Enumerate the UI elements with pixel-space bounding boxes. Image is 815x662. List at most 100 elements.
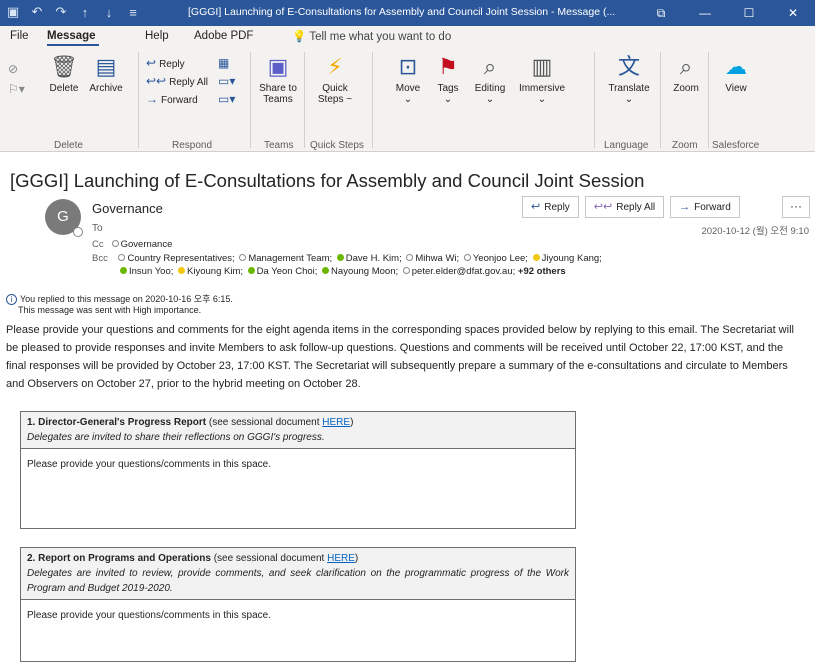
maximize-button[interactable]: ☐ (727, 0, 771, 26)
group-delete-label: Delete (54, 140, 83, 151)
forward-ribbon-button[interactable]: → Forward (146, 92, 198, 106)
presence-status-icon (322, 267, 330, 274)
title-bar: ▣ ↶ ↷ ↑ ↓ ≡ [GGGI] Launching of E-Consul… (0, 0, 815, 26)
ignore-icon[interactable]: ⊘ (8, 62, 21, 76)
sent-datetime: 2020-10-12 (월) 오전 9:10 (701, 226, 809, 237)
bcc-recipient[interactable]: Country Representatives; (127, 253, 237, 264)
bcc-recipient[interactable]: Jiyoung Kang; (542, 253, 602, 264)
bcc-recipient[interactable]: Dave H. Kim; (346, 253, 405, 264)
minimize-button[interactable]: — (683, 0, 727, 26)
more-actions-button[interactable]: ··· (782, 196, 810, 218)
salesforce-view-button[interactable]: ☁ View (716, 54, 756, 94)
presence-status-icon (118, 254, 126, 261)
group-teams-label: Teams (264, 140, 294, 151)
tab-adobe-pdf[interactable]: Adobe PDF (194, 30, 253, 42)
bcc-recipient[interactable]: Insun Yoo; (129, 266, 176, 277)
save-icon[interactable]: ▣ (6, 4, 20, 20)
group-language-label: Language (604, 140, 649, 151)
delete-button[interactable]: 🗑 Delete (44, 54, 84, 94)
forward-icon: → (679, 201, 691, 213)
block-sender-icon[interactable]: ⚐▾ (8, 82, 28, 96)
move-icon: ⊡ (398, 54, 418, 79)
presence-status-icon (406, 254, 414, 261)
importance-notice: This message was sent with High importan… (18, 305, 202, 315)
agenda-box-1: 1. Director-General's Progress Report (s… (20, 411, 576, 529)
sessional-document-link[interactable]: HERE (327, 553, 355, 564)
close-button[interactable]: ✕ (771, 0, 815, 26)
presence-status-icon (239, 254, 247, 261)
presence-status-icon (336, 254, 344, 261)
lightbulb-icon: 💡 (292, 31, 310, 43)
response-space[interactable]: Please provide your questions/comments i… (21, 449, 575, 480)
sender-name[interactable]: Governance (92, 201, 163, 216)
agenda-title: 2. Report on Programs and Operations (27, 553, 211, 564)
bcc-recipient[interactable]: Mihwa Wi; (415, 253, 461, 264)
lightning-icon: ⚡ (327, 54, 343, 79)
bcc-recipient[interactable]: Nayoung Moon; (331, 266, 401, 277)
agenda-description: Delegates are invited to review, provide… (27, 568, 569, 594)
ribbon-display-options-icon[interactable]: ⧉ (639, 0, 683, 26)
redo-icon[interactable]: ↷ (54, 4, 68, 20)
bcc-recipient[interactable]: Yeonjoo Lee; (473, 253, 531, 264)
previous-item-icon[interactable]: ↑ (78, 5, 92, 20)
bcc-recipient[interactable]: Management Team; (248, 253, 334, 264)
tell-me-search[interactable]: 💡 Tell me what you want to do (292, 29, 451, 43)
reply-button[interactable]: ↩ Reply (522, 196, 579, 218)
reply-ribbon-button[interactable]: ↩ Reply (146, 56, 185, 70)
customize-toolbar-icon[interactable]: ≡ (126, 5, 140, 20)
replied-notice: i You replied to this message on 2020-10-… (6, 292, 233, 305)
next-item-icon[interactable]: ↓ (102, 5, 116, 20)
trash-icon: 🗑 (50, 54, 78, 79)
info-icon: i (6, 294, 17, 305)
cc-line: Cc Governance (92, 239, 173, 250)
bcc-line-continued: Insun Yoo; Kiyoung Kim; Da Yeon Choi; Na… (118, 266, 566, 277)
presence-status-icon (247, 267, 255, 274)
sessional-document-link[interactable]: HERE (322, 417, 350, 428)
presence-status-icon (178, 267, 186, 274)
group-zoom-label: Zoom (672, 140, 698, 151)
reply-all-button[interactable]: ↩↩ Reply All (584, 196, 665, 218)
cc-recipient[interactable]: Governance (121, 239, 173, 250)
more-respond-icon[interactable]: ▭▾ (218, 92, 238, 106)
group-quick-steps-label: Quick Steps (310, 140, 364, 151)
more-recipients-link[interactable]: +92 others (518, 266, 566, 277)
bcc-recipient[interactable]: peter.elder@dfat.gov.au; (412, 266, 518, 277)
agenda-box-header: 1. Director-General's Progress Report (s… (21, 412, 575, 449)
move-button[interactable]: ⊡ Move ⌄ (388, 54, 428, 105)
presence-status-icon (532, 254, 540, 261)
editing-button[interactable]: ⌕ Editing ⌄ (468, 54, 512, 105)
reply-icon: ↩ (531, 201, 541, 213)
presence-status-icon (73, 227, 83, 237)
flag-icon: ⚑ (438, 54, 458, 79)
magnifier-icon: ⌕ (679, 54, 693, 79)
agenda-title: 1. Director-General's Progress Report (27, 417, 207, 428)
window-title: [GGGI] Launching of E-Consultations for … (188, 6, 616, 18)
tab-message[interactable]: Message (47, 30, 96, 42)
to-label: To (92, 223, 103, 234)
meeting-reply-icon[interactable]: ▦ (218, 56, 232, 70)
agenda-box-header: 2. Report on Programs and Operations (se… (21, 548, 575, 600)
share-to-teams-button[interactable]: ▣ Share to Teams (256, 54, 300, 105)
bcc-recipient[interactable]: Kiyoung Kim; (187, 266, 246, 277)
quick-steps-button[interactable]: ⚡ Quick Steps ~ (310, 54, 360, 105)
tab-file[interactable]: File (10, 30, 29, 42)
immersive-reader-icon: ▥ (531, 54, 553, 79)
quick-access-toolbar: ▣ ↶ ↷ ↑ ↓ ≡ (6, 4, 140, 20)
group-salesforce-label: Salesforce (712, 140, 760, 151)
archive-button[interactable]: ▤ Archive (84, 54, 128, 94)
zoom-button[interactable]: ⌕ Zoom (666, 54, 706, 94)
bcc-line: Bcc Country Representatives; Management … (92, 253, 602, 264)
group-respond-label: Respond (172, 140, 213, 151)
undo-icon[interactable]: ↶ (30, 4, 44, 20)
response-space[interactable]: Please provide your questions/comments i… (21, 600, 575, 631)
agenda-description: Delegates are invited to share their ref… (27, 432, 325, 443)
tags-button[interactable]: ⚑ Tags ⌄ (430, 54, 466, 105)
immersive-button[interactable]: ▥ Immersive ⌄ (516, 54, 568, 105)
message-actions: ↩ Reply ↩↩ Reply All → Forward (522, 196, 740, 218)
translate-button[interactable]: 文 Translate ⌄ (602, 54, 656, 105)
forward-button[interactable]: → Forward (670, 196, 740, 218)
reply-all-ribbon-button[interactable]: ↩↩ Reply All (146, 74, 208, 88)
tab-help[interactable]: Help (145, 30, 169, 42)
bcc-recipient[interactable]: Da Yeon Choi; (257, 266, 320, 277)
im-reply-icon[interactable]: ▭▾ (218, 74, 238, 88)
